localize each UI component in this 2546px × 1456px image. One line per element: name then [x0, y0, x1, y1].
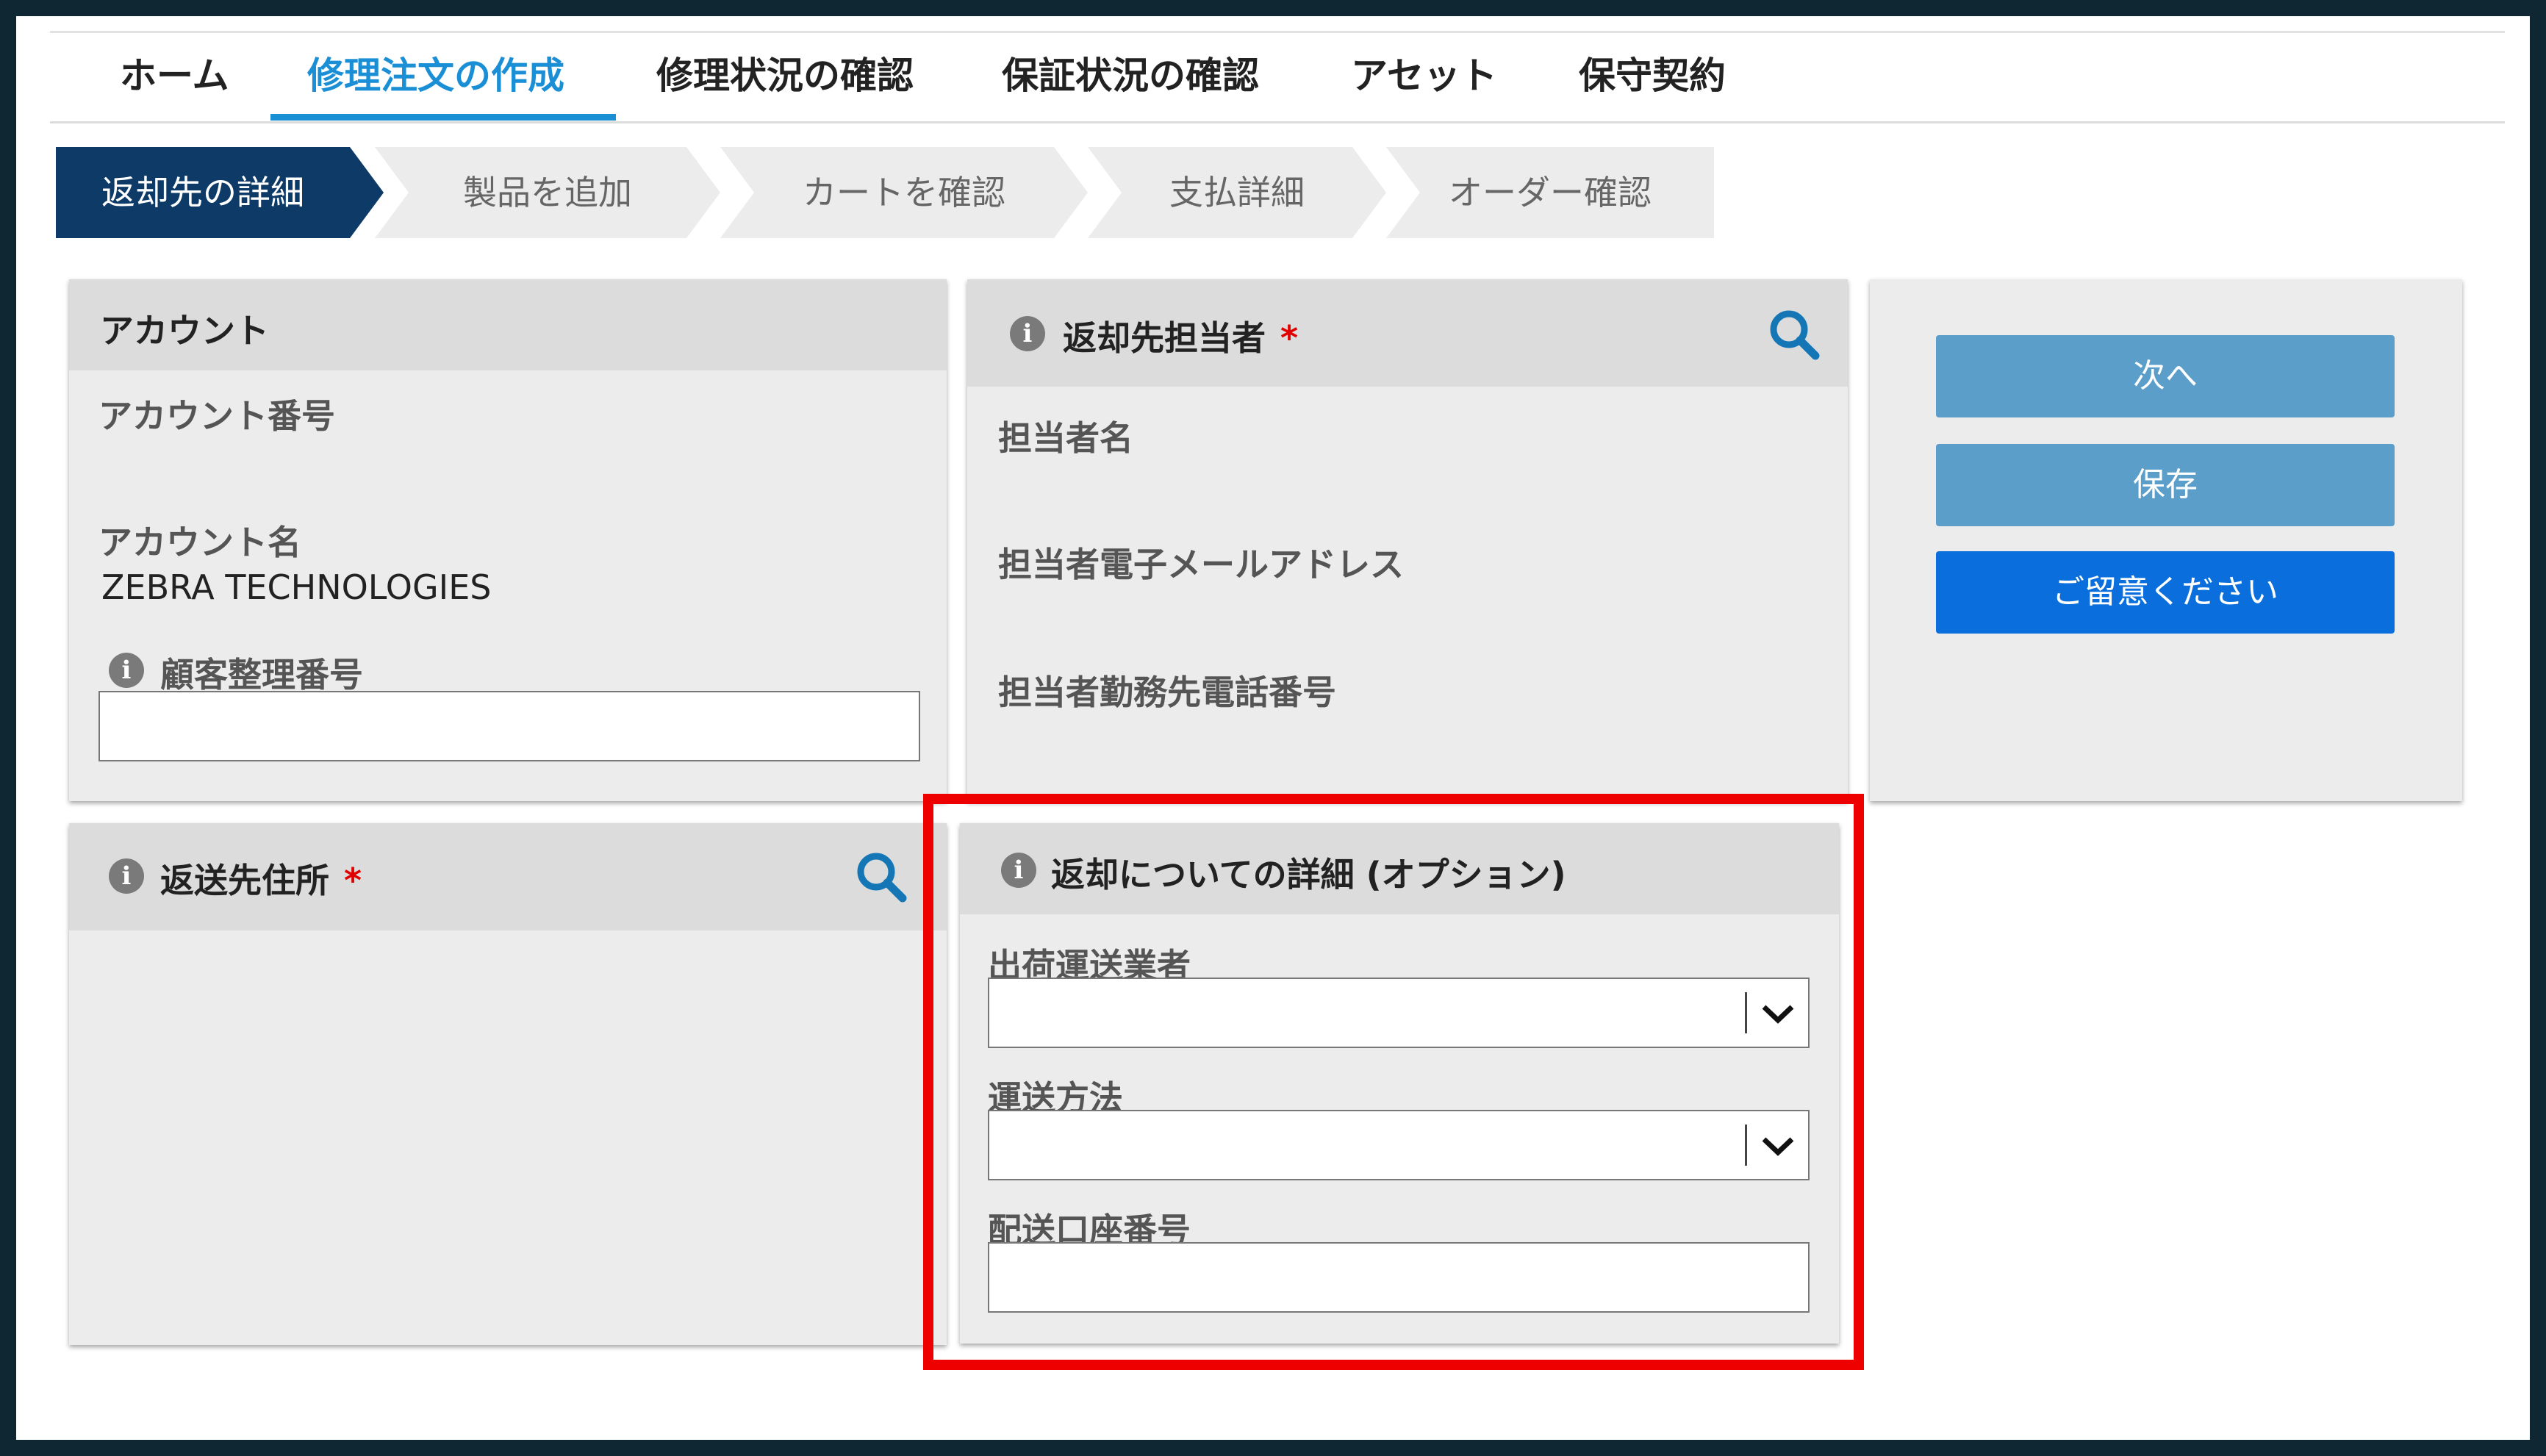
return-contact-header: i 返却先担当者 *: [967, 279, 1848, 387]
top-nav: ホーム 修理注文の作成 修理状況の確認 保証状況の確認 アセット 保守契約: [50, 31, 2505, 123]
return-contact-panel: i 返却先担当者 * 担当者名 担当者電子メールアドレス 担当者勤務先電話番号: [967, 279, 1848, 801]
step-payment-details[interactable]: 支払詳細: [1088, 147, 1386, 238]
save-button[interactable]: 保存: [1936, 444, 2395, 526]
highlight-box: [923, 794, 1864, 1370]
next-button[interactable]: 次へ: [1936, 335, 2395, 417]
search-icon[interactable]: [1767, 307, 1821, 362]
step-review-cart[interactable]: カートを確認: [720, 147, 1088, 238]
step-label: オーダー確認: [1449, 173, 1652, 212]
nav-active-underline: [270, 114, 616, 121]
step-return-details[interactable]: 返却先の詳細: [56, 147, 384, 238]
step-label: 製品を追加: [463, 173, 632, 212]
step-order-confirmation[interactable]: オーダー確認: [1386, 147, 1714, 238]
return-contact-title: 返却先担当者 *: [1063, 318, 1299, 358]
contact-phone-label: 担当者勤務先電話番号: [998, 673, 1336, 712]
customer-ref-input[interactable]: [98, 691, 920, 761]
nav-home[interactable]: ホーム: [120, 33, 229, 119]
account-title: アカウント: [100, 311, 269, 351]
notice-button[interactable]: ご留意ください: [1936, 551, 2395, 634]
required-mark: *: [344, 861, 362, 900]
info-icon[interactable]: i: [109, 858, 144, 894]
search-icon[interactable]: [854, 850, 908, 904]
step-label: 返却先の詳細: [101, 173, 304, 212]
step-add-products[interactable]: 製品を追加: [375, 147, 720, 238]
return-address-title: 返送先住所 *: [160, 861, 362, 900]
nav-create-repair-order[interactable]: 修理注文の作成: [307, 33, 564, 119]
return-address-header: i 返送先住所 *: [69, 823, 947, 930]
contact-name-label: 担当者名: [998, 418, 1133, 458]
contact-email-label: 担当者電子メールアドレス: [998, 545, 1404, 584]
customer-ref-label: 顧客整理番号: [160, 655, 363, 695]
account-name-value: ZEBRA TECHNOLOGIES: [101, 567, 492, 607]
account-panel: アカウント アカウント番号 アカウント名 ZEBRA TECHNOLOGIES …: [69, 279, 947, 801]
step-label: カートを確認: [803, 173, 1005, 212]
step-label: 支払詳細: [1169, 173, 1305, 212]
account-panel-header: アカウント: [69, 279, 947, 370]
account-number-label: アカウント番号: [98, 396, 335, 436]
nav-warranty-status[interactable]: 保証状況の確認: [1002, 33, 1259, 119]
nav-assets[interactable]: アセット: [1351, 33, 1497, 119]
nav-service-contracts[interactable]: 保守契約: [1579, 33, 1726, 119]
account-name-label: アカウント名: [98, 523, 301, 562]
info-icon[interactable]: i: [109, 653, 144, 688]
info-icon[interactable]: i: [1010, 316, 1045, 351]
return-address-panel: i 返送先住所 *: [69, 823, 947, 1345]
required-mark: *: [1280, 318, 1299, 358]
nav-repair-status[interactable]: 修理状況の確認: [656, 33, 914, 119]
